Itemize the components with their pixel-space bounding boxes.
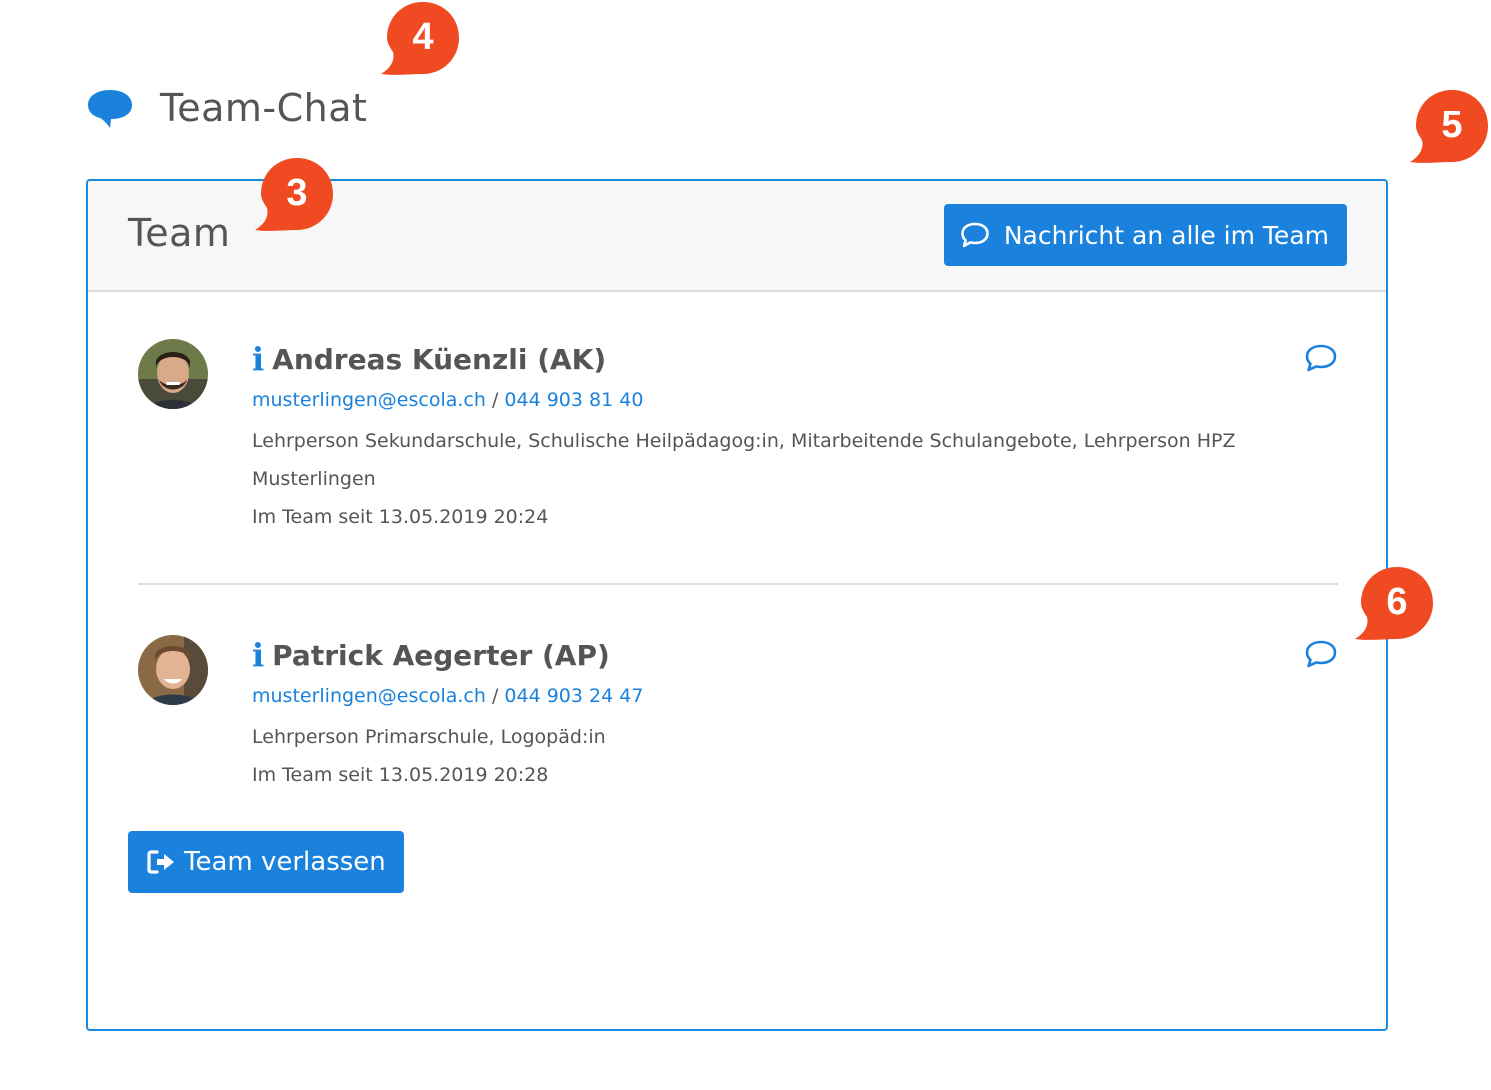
member-name: Andreas Küenzli (AK) [272, 342, 607, 376]
member-divider [138, 583, 1338, 585]
email-link[interactable]: musterlingen@escola.ch [252, 389, 486, 411]
info-icon[interactable]: i [252, 343, 264, 375]
phone-link[interactable]: 044 903 81 40 [504, 389, 643, 411]
leave-team-label: Team verlassen [184, 847, 386, 877]
info-icon[interactable]: i [252, 639, 264, 671]
chat-icon[interactable] [1304, 343, 1338, 373]
chat-bubble-icon [88, 90, 132, 128]
member-roles: Lehrperson Sekundarschule, Schulische He… [252, 430, 1236, 452]
avatar [138, 635, 208, 705]
sign-out-icon [147, 850, 174, 874]
speech-bubble-icon [961, 222, 989, 248]
avatar-photo [138, 339, 208, 409]
contact-separator: / [491, 685, 505, 707]
contact-line: musterlingen@escola.ch / 044 903 24 47 [252, 685, 1278, 713]
member-details: i Patrick Aegerter (AP) musterlingen@esc… [252, 635, 1278, 789]
page-title: Team-Chat [160, 86, 368, 130]
leave-team-button[interactable]: Team verlassen [128, 831, 404, 893]
callout-badge: 4 [381, 2, 459, 76]
page-heading: Team-Chat [86, 80, 367, 136]
panel-title: Team [128, 211, 231, 255]
member-name-row: i Patrick Aegerter (AP) [252, 635, 1278, 675]
member-name: Patrick Aegerter (AP) [272, 638, 610, 672]
phone-link[interactable]: 044 903 24 47 [504, 685, 643, 707]
message-all-button[interactable]: Nachricht an alle im Team [943, 204, 1347, 266]
member-since: Im Team seit 13.05.2019 20:28 [252, 764, 549, 786]
team-panel: Team Nachricht an alle im Team i Andreas… [86, 179, 1388, 1031]
avatar-photo [138, 635, 208, 705]
contact-line: musterlingen@escola.ch / 044 903 81 40 [252, 389, 1278, 417]
contact-separator: / [491, 389, 505, 411]
member-location: Musterlingen [252, 468, 376, 490]
callout-badge: 3 [255, 158, 333, 232]
callout-badge: 6 [1355, 567, 1433, 641]
chat-icon[interactable] [1304, 639, 1338, 669]
member-details: i Andreas Küenzli (AK) musterlingen@esco… [252, 339, 1278, 531]
member-since: Im Team seit 13.05.2019 20:24 [252, 506, 549, 528]
message-all-label: Nachricht an alle im Team [1003, 220, 1329, 250]
member-name-row: i Andreas Küenzli (AK) [252, 339, 1278, 379]
avatar [138, 339, 208, 409]
email-link[interactable]: musterlingen@escola.ch [252, 685, 486, 707]
callout-badge: 5 [1410, 90, 1488, 164]
member-roles: Lehrperson Primarschule, Logopäd:in [252, 726, 606, 748]
